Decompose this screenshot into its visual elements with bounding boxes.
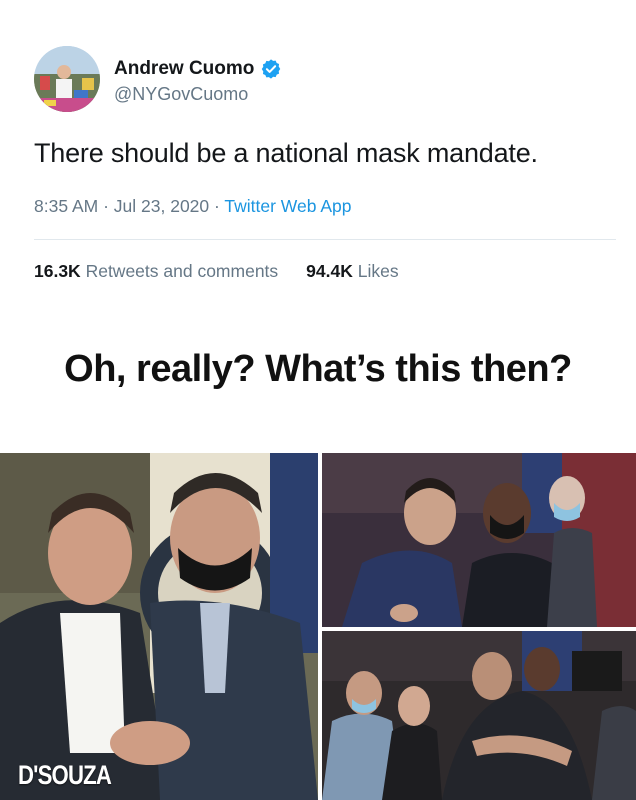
author-row: Andrew Cuomo — [114, 58, 282, 80]
retweets-label: Retweets and comments — [85, 261, 279, 281]
likes-count: 94.4K — [306, 261, 353, 281]
tweet-stats: 16.3K Retweets and comments 94.4K Likes — [34, 261, 399, 282]
divider — [34, 239, 616, 240]
meta-separator: · — [103, 196, 109, 216]
photo-elbow-bump: D'SOUZA — [0, 453, 318, 800]
headline: Oh, really? What’s this then? — [64, 348, 572, 390]
retweets-count: 16.3K — [34, 261, 81, 281]
tweet-date[interactable]: Jul 23, 2020 — [114, 196, 209, 216]
author-name[interactable]: Andrew Cuomo — [114, 58, 254, 80]
retweets-stat[interactable]: 16.3K Retweets and comments — [34, 261, 278, 281]
photo-hug — [322, 631, 636, 800]
likes-stat[interactable]: 94.4K Likes — [306, 261, 398, 281]
avatar[interactable] — [34, 46, 100, 112]
avatar-image — [34, 46, 100, 112]
meta-separator: · — [214, 196, 220, 216]
photo-greeting — [322, 453, 636, 627]
tweet-source-link[interactable]: Twitter Web App — [224, 196, 351, 216]
tweet-card: Andrew Cuomo @NYGovCuomo There should be… — [0, 0, 636, 320]
tweet-text: There should be a national mask mandate. — [34, 138, 538, 168]
tweet-meta: 8:35 AM · Jul 23, 2020 · Twitter Web App — [34, 196, 352, 217]
verified-badge-icon — [262, 59, 281, 79]
photo-collage: D'SOUZA — [0, 453, 636, 800]
author-handle[interactable]: @NYGovCuomo — [114, 84, 248, 105]
tweet-time[interactable]: 8:35 AM — [34, 196, 98, 216]
watermark-logo: D'SOUZA — [18, 760, 112, 790]
likes-label: Likes — [357, 261, 399, 281]
